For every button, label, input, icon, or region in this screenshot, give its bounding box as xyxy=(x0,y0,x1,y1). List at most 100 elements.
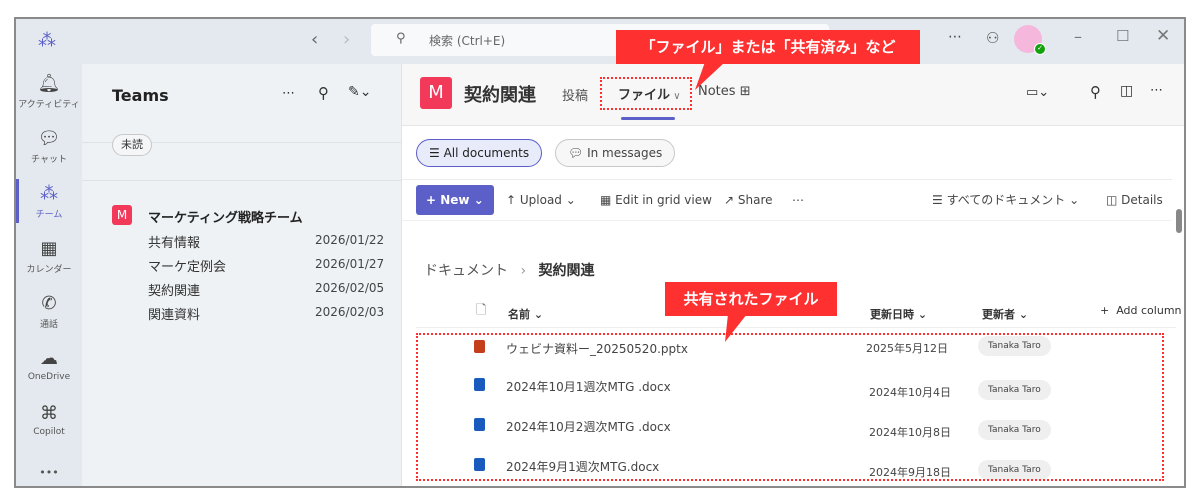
add-column-label: Add column xyxy=(1116,304,1182,317)
files-tab-highlight xyxy=(600,77,692,110)
file-type-icon: 🗋︎ xyxy=(476,303,487,318)
cloud-icon: ☁︎ xyxy=(40,348,58,369)
details-label: Details xyxy=(1121,193,1163,207)
more-icon[interactable]: ⋯ xyxy=(1150,83,1163,98)
rail-calls[interactable]: ✆ 通話 xyxy=(16,293,82,331)
compose-icon[interactable]: ✎⌄ xyxy=(348,84,371,100)
more-apps-icon[interactable]: ••• xyxy=(16,466,82,479)
channel-avatar: M xyxy=(420,77,452,109)
video-call-icon[interactable]: ▭⌄ xyxy=(1026,85,1049,100)
channel-date: 2026/02/03 xyxy=(315,305,385,319)
breadcrumb-current: 契約関連 xyxy=(538,263,595,279)
search-placeholder: 検索 (Ctrl+E) xyxy=(429,34,506,48)
rail-teams[interactable]: ⁂ チーム xyxy=(16,183,82,221)
channel-name: 契約関連 xyxy=(148,284,201,299)
team-name[interactable]: マーケティング戦略チーム xyxy=(148,207,303,226)
new-label: New xyxy=(440,193,470,207)
rail-chat[interactable]: 💬︎ チャット xyxy=(16,128,82,166)
edit-grid-button[interactable]: ▦ Edit in grid view xyxy=(600,185,712,215)
calendar-icon: ▦ xyxy=(40,238,58,259)
search-icon[interactable]: ⚲ xyxy=(318,84,329,102)
copilot-icon: ⌘ xyxy=(40,403,58,424)
divider xyxy=(402,220,1172,221)
share-button[interactable]: ↗ Share xyxy=(724,185,773,215)
files-callout: 共有されたファイル xyxy=(665,282,837,316)
bell-icon: 🔔︎ xyxy=(37,73,61,94)
teams-logo-icon: ⁂ xyxy=(38,30,56,51)
rail-calendar[interactable]: ▦ カレンダー xyxy=(16,238,82,276)
rail-label: アクティビティ xyxy=(18,100,80,110)
upload-label: Upload xyxy=(519,193,562,207)
forward-icon[interactable]: › xyxy=(343,29,350,50)
channel-date: 2026/02/05 xyxy=(315,281,385,295)
tab-posts[interactable]: 投稿 xyxy=(562,85,588,104)
panel-title: Teams xyxy=(112,86,169,105)
rail-activity[interactable]: 🔔︎ アクティビティ xyxy=(16,73,82,111)
teams-icon: ⁂ xyxy=(40,183,58,204)
active-tab-indicator xyxy=(621,117,675,120)
column-label: 名前 xyxy=(508,308,530,321)
divider xyxy=(82,180,402,181)
app-rail: 🔔︎ アクティビティ 💬︎ チャット ⁂ チーム ▦ カレンダー ✆ 通話 ☁︎ OneDr… xyxy=(16,64,82,486)
unread-filter[interactable]: 未読 xyxy=(112,134,152,156)
channel-item[interactable]: マーケ定例会 2026/01/27 xyxy=(148,256,388,276)
search-icon: ⚲ xyxy=(396,31,406,46)
channel-date: 2026/01/27 xyxy=(315,257,385,271)
search-icon[interactable]: ⚲ xyxy=(1090,83,1101,101)
rail-onedrive[interactable]: ☁︎ OneDrive xyxy=(16,348,82,383)
more-icon[interactable]: ⋯ xyxy=(948,29,962,45)
tab-callout: 「ファイル」または「共有済み」など xyxy=(616,30,920,64)
rail-label: 通話 xyxy=(39,320,58,330)
rail-copilot[interactable]: ⌘ Copilot xyxy=(16,403,82,438)
rail-label: カレンダー xyxy=(26,265,72,275)
team-avatar: M xyxy=(112,205,132,225)
view-selector[interactable]: ☰ すべてのドキュメント ⌄ xyxy=(932,185,1079,215)
close-icon[interactable]: ✕ xyxy=(1156,26,1170,46)
channel-item[interactable]: 共有情報 2026/01/22 xyxy=(148,232,388,252)
channel-name: 関連資料 xyxy=(148,308,201,323)
column-name[interactable]: 名前 ⌄ xyxy=(508,306,543,322)
phone-icon: ✆ xyxy=(41,293,57,314)
command-bar: + New ⌄ ↑ Upload ⌄ ▦ Edit in grid view ↗… xyxy=(416,185,1184,215)
grid-label: Edit in grid view xyxy=(615,193,712,207)
upload-button[interactable]: ↑ Upload ⌄ xyxy=(506,185,576,215)
view-label: すべてのドキュメント xyxy=(946,193,1066,207)
rail-label: チャット xyxy=(31,155,67,165)
channel-title: 契約関連 xyxy=(464,85,536,106)
person-icon[interactable]: ⚇ xyxy=(986,29,999,47)
scrollbar-thumb[interactable] xyxy=(1176,209,1182,233)
add-tab-icon[interactable]: ⊞ xyxy=(740,84,751,99)
channel-item[interactable]: 関連資料 2026/02/03 xyxy=(148,304,388,324)
column-modified[interactable]: 更新日時 ⌄ xyxy=(870,306,927,322)
side-panel-icon[interactable]: ◫ xyxy=(1120,83,1133,99)
channel-name: マーケ定例会 xyxy=(148,260,227,275)
rail-label: チーム xyxy=(35,210,63,220)
divider xyxy=(402,179,1172,180)
view-label: In messages xyxy=(587,146,663,160)
column-label: 更新者 xyxy=(982,308,1015,321)
more-icon[interactable]: ⋯ xyxy=(282,86,295,101)
details-button[interactable]: ◫ Details xyxy=(1106,185,1163,215)
chevron-right-icon: › xyxy=(520,263,527,279)
chat-icon: 💬︎ xyxy=(37,128,61,149)
teams-panel: Teams ⋯ ⚲ ✎⌄ 未読 M マーケティング戦略チーム 共有情報 2026… xyxy=(82,64,402,486)
minimize-icon[interactable]: – xyxy=(1074,27,1082,46)
channel-date: 2026/01/22 xyxy=(315,233,385,247)
status-available-icon: ✓ xyxy=(1034,43,1046,55)
shared-files-highlight xyxy=(416,333,1164,481)
back-icon[interactable]: ‹ xyxy=(311,29,318,50)
breadcrumb-root[interactable]: ドキュメント xyxy=(424,263,508,279)
maximize-icon[interactable]: ☐ xyxy=(1116,27,1129,45)
new-button[interactable]: + New ⌄ xyxy=(416,185,494,215)
column-modified-by[interactable]: 更新者 ⌄ xyxy=(982,306,1028,322)
all-documents-view[interactable]: ☰ All documents xyxy=(416,139,543,167)
add-column-button[interactable]: + Add column xyxy=(1100,304,1182,317)
in-messages-view[interactable]: 💬︎ In messages xyxy=(555,139,676,167)
column-label: 更新日時 xyxy=(870,308,914,321)
rail-label: OneDrive xyxy=(27,372,71,382)
channel-item[interactable]: 契約関連 2026/02/05 xyxy=(148,280,388,300)
more-button[interactable]: ⋯ xyxy=(792,185,804,215)
breadcrumb: ドキュメント › 契約関連 xyxy=(424,260,595,280)
view-label: All documents xyxy=(443,146,530,160)
title-bar: ⁂ ‹ › ⚲ 検索 (Ctrl+E) ⋯ ⚇ ✓ – ☐ ✕ xyxy=(16,19,1184,64)
